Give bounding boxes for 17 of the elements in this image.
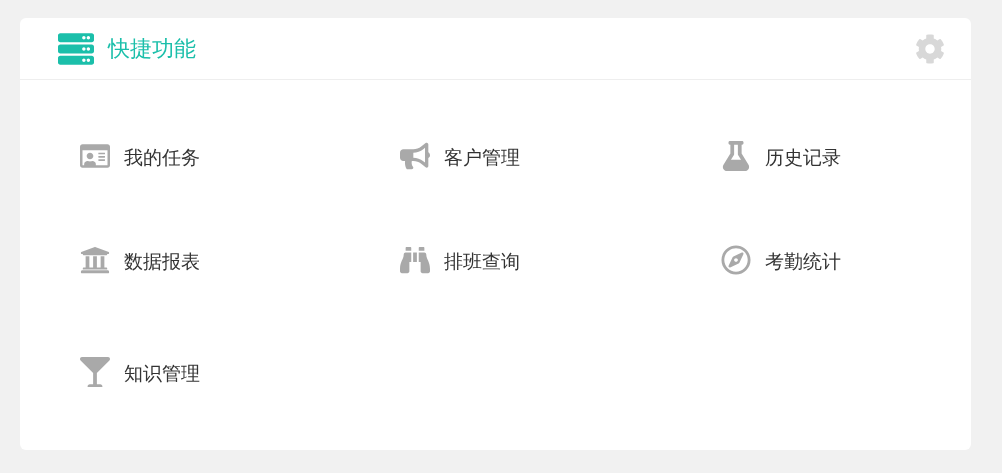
shortcut-item[interactable]: 我的任务 [80, 80, 400, 197]
flask-icon [721, 141, 751, 171]
shortcut-item[interactable]: 历史记录 [721, 80, 971, 197]
shortcut-item[interactable]: 数据报表 [80, 197, 400, 299]
settings-icon[interactable] [915, 33, 945, 64]
shortcut-item[interactable]: 考勤统计 [721, 197, 971, 299]
glass-icon [80, 357, 110, 387]
panel-title: 快捷功能 [108, 34, 197, 63]
shortcut-item[interactable]: 排班查询 [400, 197, 721, 299]
compass-icon [721, 245, 751, 275]
id-card-icon [80, 141, 110, 171]
megaphone-icon [400, 141, 430, 171]
shortcut-item[interactable]: 知识管理 [80, 299, 400, 411]
bank-icon [80, 245, 110, 275]
server-icon [58, 30, 94, 67]
shortcut-item[interactable]: 客户管理 [400, 80, 721, 197]
binoculars-icon [400, 245, 430, 275]
